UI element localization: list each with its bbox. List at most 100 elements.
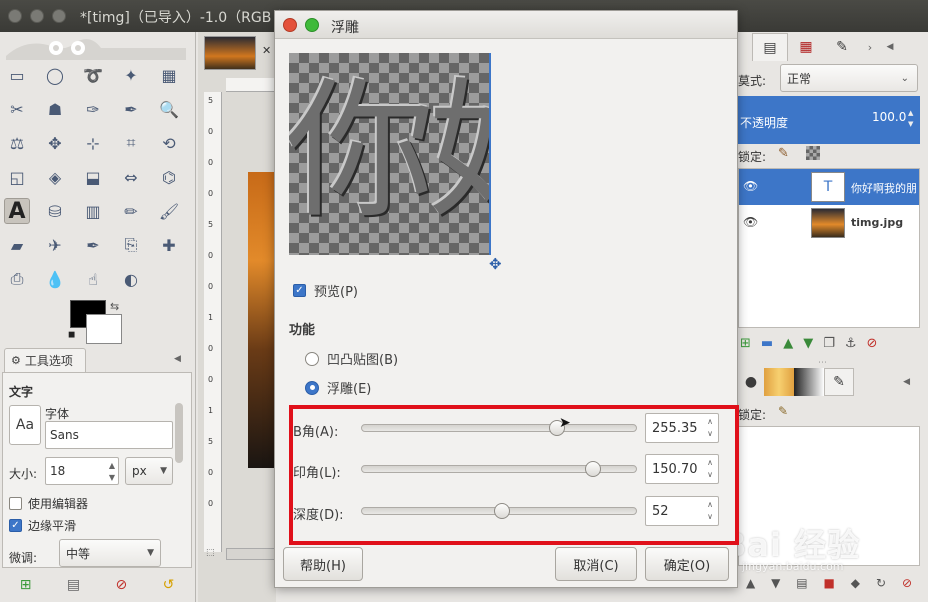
pencil-icon[interactable]: ✏	[118, 198, 144, 224]
preset-up-icon[interactable]: ▲	[746, 576, 755, 590]
gradient-icon[interactable]: ▥	[80, 198, 106, 224]
fuzzy-select-icon[interactable]: ✦	[118, 62, 144, 88]
azimuth-spinner[interactable]: 255.35 ∧ ∨	[645, 413, 719, 443]
brush-lock-icon[interactable]: ✎	[778, 404, 788, 418]
close-image-tab-icon[interactable]: ✕	[262, 44, 271, 57]
perspective-clone-icon[interactable]: ⎙	[4, 266, 30, 292]
preview-toggle[interactable]: ✓ 预览(P)	[293, 281, 358, 300]
eraser-icon[interactable]: ▰	[4, 232, 30, 258]
shear-icon[interactable]: ◈	[42, 164, 68, 190]
duplicate-layer-icon[interactable]: ❐	[823, 336, 835, 351]
anchor-layer-icon[interactable]: ⚓	[845, 336, 857, 351]
emboss-radio[interactable]	[305, 380, 319, 395]
lasso-icon[interactable]: ➰	[80, 62, 106, 88]
cancel-button[interactable]: 取消(C)	[555, 547, 637, 581]
lower-layer-icon[interactable]: ▼	[803, 336, 813, 351]
rect-select-icon[interactable]: ▭	[4, 62, 30, 88]
size-spin-arrows-icon[interactable]: ▲ ▼	[109, 460, 115, 484]
ellipse-select-icon[interactable]: ◯	[42, 62, 68, 88]
emboss-option[interactable]: 浮雕(E)	[305, 378, 371, 397]
main-maximize-button[interactable]	[52, 9, 66, 23]
font-preview-button[interactable]: Aa	[9, 405, 41, 445]
ok-button[interactable]: 确定(O)	[645, 547, 729, 581]
save-options-icon[interactable]: ⊞	[20, 577, 32, 593]
layer-row-image[interactable]: 👁 timg.jpg	[739, 205, 919, 241]
paths-tab-icon[interactable]: ✎	[824, 33, 860, 61]
align-icon[interactable]: ⊹	[80, 130, 106, 156]
elevation-slider-handle[interactable]	[584, 461, 601, 477]
new-layer-group-icon[interactable]: ▬	[761, 336, 773, 351]
image-thumbnail-tab[interactable]	[204, 36, 256, 70]
azimuth-spin-arrows-icon[interactable]: ∧ ∨	[704, 416, 716, 440]
layers-tab-icon[interactable]: ▤	[752, 33, 788, 61]
swap-colors-icon[interactable]: ⇆	[110, 300, 119, 313]
raise-layer-icon[interactable]: ▲	[783, 336, 793, 351]
color-picker-icon[interactable]: ✒	[118, 96, 144, 122]
transform-icon[interactable]: ⟲	[156, 130, 182, 156]
dock-separator[interactable]: ⋯	[818, 358, 827, 368]
preset-down-icon[interactable]: ▼	[771, 576, 780, 590]
foreground-select-icon[interactable]: ☗	[42, 96, 68, 122]
depth-slider-handle[interactable]	[493, 503, 510, 519]
delete-layer-icon[interactable]: ⊘	[867, 336, 878, 351]
tool-presets-tab-icon[interactable]: ✎	[824, 368, 854, 396]
crop-icon[interactable]: ⌗	[118, 130, 144, 156]
perspective-icon[interactable]: ⬓	[80, 164, 106, 190]
zoom-icon[interactable]: 🔍	[156, 96, 182, 122]
tool-options-scrollbar[interactable]	[175, 403, 183, 463]
use-editor-checkbox[interactable]	[9, 497, 22, 510]
opacity-slider[interactable]: 不透明度 100.0 ▲ ▼	[738, 96, 920, 144]
move-icon[interactable]: ✥	[42, 130, 68, 156]
bucket-fill-icon[interactable]: ⛁	[42, 198, 68, 224]
preset-delete-icon[interactable]: ■	[824, 576, 835, 590]
opacity-spin-arrows-icon[interactable]: ▲ ▼	[908, 108, 913, 130]
dock-scroll-right-icon[interactable]: ›	[860, 33, 880, 61]
quick-mask-icon[interactable]: ⬚	[206, 548, 215, 558]
text-icon[interactable]: A	[4, 198, 30, 224]
flip-icon[interactable]: ⇔	[118, 164, 144, 190]
layer-visibility-eye-icon[interactable]: 👁	[743, 179, 758, 193]
smudge-icon[interactable]: ☝	[80, 266, 106, 292]
brush-dock-menu-icon[interactable]: ◀	[854, 368, 914, 396]
layer-visibility-eye-icon[interactable]: 👁	[743, 215, 758, 229]
new-layer-icon[interactable]: ⊞	[740, 336, 751, 351]
unit-select[interactable]: px ▼	[125, 457, 173, 485]
tool-options-tab[interactable]: ⚙ 工具选项	[4, 348, 86, 372]
gradients-tab-icon[interactable]	[794, 368, 824, 396]
dialog-maximize-button[interactable]	[305, 18, 319, 32]
bumpmap-radio[interactable]	[305, 351, 319, 366]
hinting-select[interactable]: 中等 ▼	[59, 539, 161, 567]
layer-row-text[interactable]: 👁 T 你好啊我的朋	[739, 169, 919, 205]
blur-icon[interactable]: 💧	[42, 266, 68, 292]
tool-options-menu-icon[interactable]: ◀	[174, 354, 181, 364]
paths-icon[interactable]: ✑	[80, 96, 106, 122]
elevation-spin-arrows-icon[interactable]: ∧ ∨	[704, 457, 716, 481]
emboss-preview[interactable]: 你好	[289, 53, 491, 255]
elevation-spinner[interactable]: 150.70 ∧ ∨	[645, 454, 719, 484]
preset-refresh-icon[interactable]: ↻	[876, 576, 886, 590]
patterns-tab-icon[interactable]	[764, 368, 794, 396]
canvas-image[interactable]	[248, 172, 276, 468]
main-minimize-button[interactable]	[30, 9, 44, 23]
preset-save-icon[interactable]: ▤	[796, 576, 807, 590]
lock-pixels-icon[interactable]: ✎	[778, 146, 789, 161]
heal-icon[interactable]: ✚	[156, 232, 182, 258]
bumpmap-option[interactable]: 凹凸贴图(B)	[305, 349, 398, 368]
measure-icon[interactable]: ⚖	[4, 130, 30, 156]
clone-icon[interactable]: ⎘	[118, 232, 144, 258]
dock-menu-icon[interactable]: ◀	[880, 33, 900, 61]
azimuth-slider[interactable]	[361, 424, 637, 432]
use-editor-row[interactable]: 使用编辑器	[9, 495, 88, 512]
antialias-checkbox[interactable]: ✓	[9, 519, 22, 532]
antialias-row[interactable]: ✓ 边缘平滑	[9, 517, 76, 534]
help-button[interactable]: 帮助(H)	[283, 547, 363, 581]
airbrush-icon[interactable]: ✈	[42, 232, 68, 258]
brushes-tab-icon[interactable]: ●	[738, 368, 764, 396]
preview-checkbox[interactable]: ✓	[293, 284, 306, 297]
preset-remove-icon[interactable]: ⊘	[902, 576, 912, 590]
scissors-icon[interactable]: ✂	[4, 96, 30, 122]
ink-icon[interactable]: ✒	[80, 232, 106, 258]
depth-spinner[interactable]: 52 ∧ ∨	[645, 496, 719, 526]
channels-tab-icon[interactable]: ▦	[788, 33, 824, 61]
canvas-horizontal-scrollbar[interactable]	[226, 548, 276, 560]
